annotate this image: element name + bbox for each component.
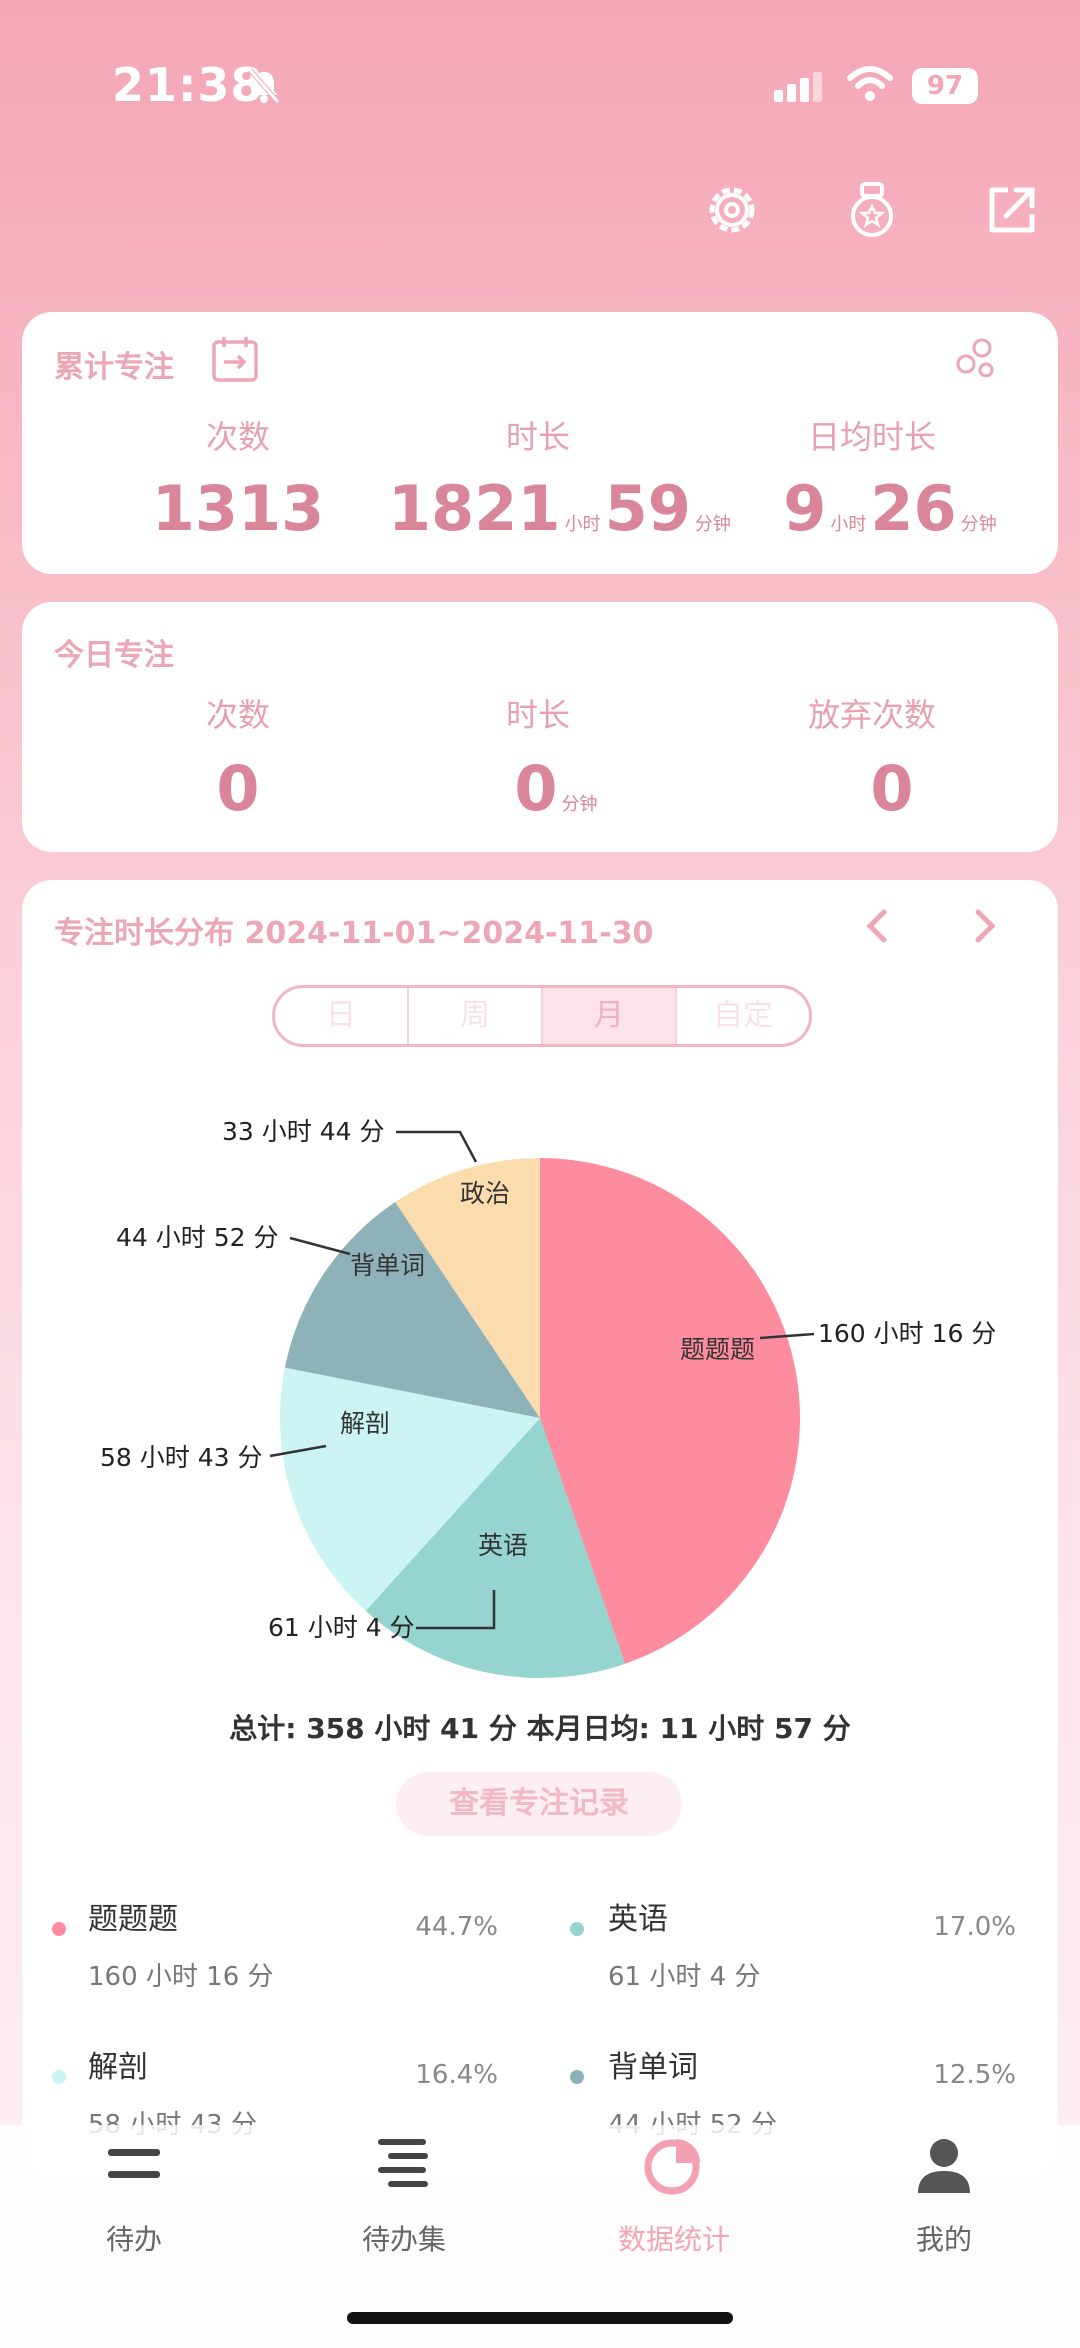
daily-avg-label: 日均时长 xyxy=(807,418,936,456)
legend-pct-0: 44.7% xyxy=(415,1912,498,1942)
today-duration-label: 时长 xyxy=(505,696,570,734)
legend-pct-3: 12.5% xyxy=(933,2060,1016,2090)
tab-week[interactable]: 周 xyxy=(409,988,543,1044)
share-icon[interactable] xyxy=(982,180,1042,240)
legend-dot-0 xyxy=(52,1922,66,1936)
legend-time-1: 61 小时 4 分 xyxy=(608,1962,761,1992)
tab-profile[interactable] xyxy=(854,2135,1034,2199)
today-focus-card: 今日专注 次数 时长 放弃次数 0 0 分钟 0 xyxy=(22,602,1058,852)
today-abandon: 0 xyxy=(870,752,914,825)
pie-value-label-0: 160 小时 16 分 xyxy=(818,1319,997,1348)
bubbles-icon[interactable] xyxy=(952,334,1002,384)
profile-icon xyxy=(918,2139,970,2193)
pie-slice-label-0: 题题题 xyxy=(680,1335,756,1364)
home-indicator xyxy=(347,2312,733,2324)
today-title: 今日专注 xyxy=(54,638,174,673)
pie-slice-label-4: 政治 xyxy=(460,1179,511,1208)
tab-profile-label: 我的 xyxy=(915,2223,972,2256)
gear-icon[interactable] xyxy=(702,180,762,240)
chevron-right-icon[interactable] xyxy=(970,906,1000,946)
wifi-icon xyxy=(847,66,893,101)
tab-stats-label: 数据统计 xyxy=(617,2223,730,2256)
legend-pct-2: 16.4% xyxy=(415,2060,498,2090)
cellular-signal-icon xyxy=(774,72,826,102)
legend-name-0: 题题题 xyxy=(88,1902,178,1937)
today-duration: 0 分钟 xyxy=(514,752,598,825)
legend-name-1: 英语 xyxy=(608,1902,668,1937)
medal-icon[interactable] xyxy=(842,180,902,240)
legend-name-3: 背单词 xyxy=(608,2050,698,2085)
pie-leader-line-3 xyxy=(289,1236,351,1256)
legend-name-2: 解剖 xyxy=(88,2050,148,2085)
period-segmented-control: 日 周 月 自定 xyxy=(272,985,812,1047)
todo-set-icon xyxy=(378,2139,428,2187)
cumulative-duration: 1821 小时59 分钟 xyxy=(388,472,731,545)
pie-leader-line-4 xyxy=(396,1130,478,1163)
pie-value-label-2: 58 小时 43 分 xyxy=(100,1443,263,1472)
legend-time-0: 160 小时 16 分 xyxy=(88,1962,274,1992)
tab-todo-set-label: 待办集 xyxy=(361,2223,446,2256)
pie-value-label-4: 33 小时 44 分 xyxy=(222,1117,385,1146)
tab-todo-set[interactable] xyxy=(314,2135,494,2199)
pie-slice-label-2: 解剖 xyxy=(340,1409,391,1438)
battery-indicator: 97 xyxy=(912,68,978,104)
legend-dot-3 xyxy=(570,2070,584,2084)
cumulative-count: 1313 xyxy=(151,472,325,545)
count-label: 次数 xyxy=(205,418,270,456)
tab-todo[interactable] xyxy=(44,2135,224,2199)
legend-pct-1: 17.0% xyxy=(933,1912,1016,1942)
bell-muted-icon xyxy=(248,68,280,104)
today-abandon-label: 放弃次数 xyxy=(807,696,936,734)
tab-todo-label: 待办 xyxy=(105,2223,162,2256)
cumulative-daily-avg: 9 小时26 分钟 xyxy=(783,472,997,545)
pie-slice-label-1: 英语 xyxy=(478,1531,529,1560)
tab-custom[interactable]: 自定 xyxy=(677,988,809,1044)
pie-value-label-3: 44 小时 52 分 xyxy=(116,1223,279,1252)
status-time: 21:38 xyxy=(112,58,264,112)
cumulative-title: 累计专注 xyxy=(54,350,174,385)
calendar-icon[interactable] xyxy=(210,334,260,384)
today-count: 0 xyxy=(216,752,260,825)
pie-value-label-1: 61 小时 4 分 xyxy=(268,1613,415,1642)
view-records-button[interactable]: 查看专注记录 xyxy=(396,1772,682,1836)
cumulative-focus-card: 累计专注 次数 时长 日均时长 1313 1821 小时59 分钟 9 小时26 分钟 xyxy=(22,312,1058,574)
tab-stats[interactable] xyxy=(584,2135,764,2199)
total-summary: 总计: 358 小时 41 分 本月日均: 11 小时 57 分 xyxy=(229,1712,851,1745)
pie-chart xyxy=(269,1130,815,1678)
stats-pie-icon xyxy=(644,2139,700,2195)
distribution-title: 专注时长分布 2024-11-01~2024-11-30 xyxy=(54,916,654,951)
todo-icon xyxy=(108,2149,160,2178)
legend-dot-1 xyxy=(570,1922,584,1936)
duration-label: 时长 xyxy=(505,418,570,456)
tab-day[interactable]: 日 xyxy=(275,988,409,1044)
tab-month[interactable]: 月 xyxy=(543,988,677,1044)
pie-slice-label-3: 背单词 xyxy=(350,1251,426,1280)
legend-dot-2 xyxy=(52,2070,66,2084)
chevron-left-icon[interactable] xyxy=(862,906,892,946)
today-count-label: 次数 xyxy=(205,696,270,734)
